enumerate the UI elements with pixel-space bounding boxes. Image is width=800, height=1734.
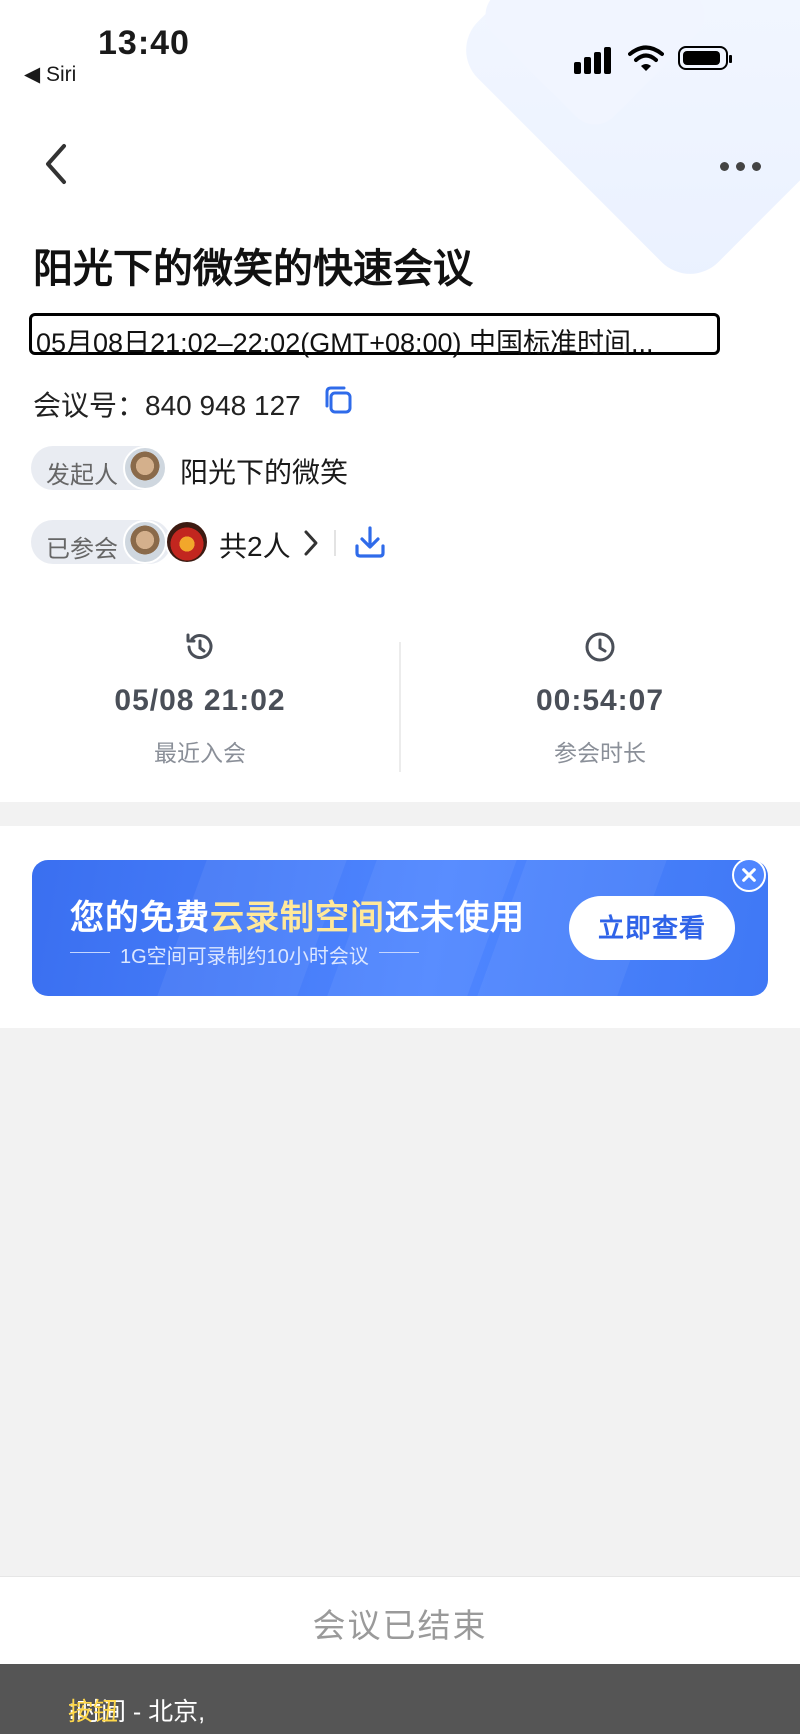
host-tag-label: 发起人 xyxy=(46,462,118,489)
host-name: 阳光下的微笑 xyxy=(180,457,349,488)
banner-headline-highlight: 云录制空间 xyxy=(210,899,385,937)
stat-value: 05/08 21:02 xyxy=(114,684,286,717)
banner-subtitle: 1G空间可录制约10小时会议 xyxy=(70,940,419,969)
meeting-number-value: 840 948 127 xyxy=(145,390,301,421)
banner-headline-part1: 您的免费 xyxy=(70,899,210,937)
clock-icon xyxy=(585,632,615,662)
close-icon[interactable] xyxy=(732,858,766,892)
participant-avatar[interactable] xyxy=(123,520,167,564)
participants-count-link[interactable]: 共2人 xyxy=(219,525,291,565)
banner-headline-part2: 还未使用 xyxy=(385,899,525,937)
meeting-time-button[interactable]: 05月08日21:02–22:02(GMT+08:00) 中国标准时间... xyxy=(29,313,720,358)
divider xyxy=(334,530,336,556)
stat-last-join: 05/08 21:02 最近入会 xyxy=(80,630,320,768)
participants-tag-label: 已参会 xyxy=(46,536,118,563)
stat-label: 参会时长 xyxy=(554,740,646,766)
chevron-right-icon[interactable] xyxy=(301,527,321,559)
cellular-signal-icon xyxy=(574,44,614,74)
download-icon[interactable] xyxy=(352,524,388,560)
cloud-recording-banner[interactable]: 您的免费云录制空间还未使用 1G空间可录制约10小时会议 立即查看 xyxy=(32,860,768,996)
stat-label: 最近入会 xyxy=(154,740,246,766)
participant-avatar[interactable] xyxy=(165,520,209,564)
host-avatar[interactable] xyxy=(123,446,167,490)
banner-headline: 您的免费云录制空间还未使用 xyxy=(70,890,525,939)
voiceover-caption: ⁝时间 - 北京, 按钮 xyxy=(0,1664,800,1734)
more-options-icon[interactable] xyxy=(716,150,766,180)
stat-duration: 00:54:07 参会时长 xyxy=(480,630,720,768)
meeting-ended-text: 会议已结束 xyxy=(312,1607,488,1644)
wifi-icon xyxy=(628,45,664,71)
view-now-button[interactable]: 立即查看 xyxy=(569,896,735,960)
history-clock-icon xyxy=(186,633,213,660)
stats-divider xyxy=(399,642,401,772)
meeting-status-bar: 会议已结束 xyxy=(0,1576,800,1667)
meeting-number-label: 会议号： xyxy=(33,390,146,421)
meeting-number: 会议号：840 948 127 xyxy=(33,384,301,424)
battery-icon xyxy=(678,46,732,70)
back-to-siri-link[interactable]: ◀ Siri xyxy=(24,62,76,87)
status-time: 13:40 xyxy=(98,24,190,62)
section-gap xyxy=(0,802,800,826)
voiceover-highlight: 按钮 xyxy=(68,1698,119,1726)
back-chevron-icon[interactable] xyxy=(38,140,78,188)
copy-icon[interactable] xyxy=(322,384,354,416)
status-bar: 13:40 ◀ Siri xyxy=(0,0,800,100)
meeting-title: 阳光下的微笑的快速会议 xyxy=(33,247,473,291)
stat-value: 00:54:07 xyxy=(535,684,665,717)
meeting-time-text: 05月08日21:02–22:02(GMT+08:00) 中国标准时间... xyxy=(36,328,654,358)
